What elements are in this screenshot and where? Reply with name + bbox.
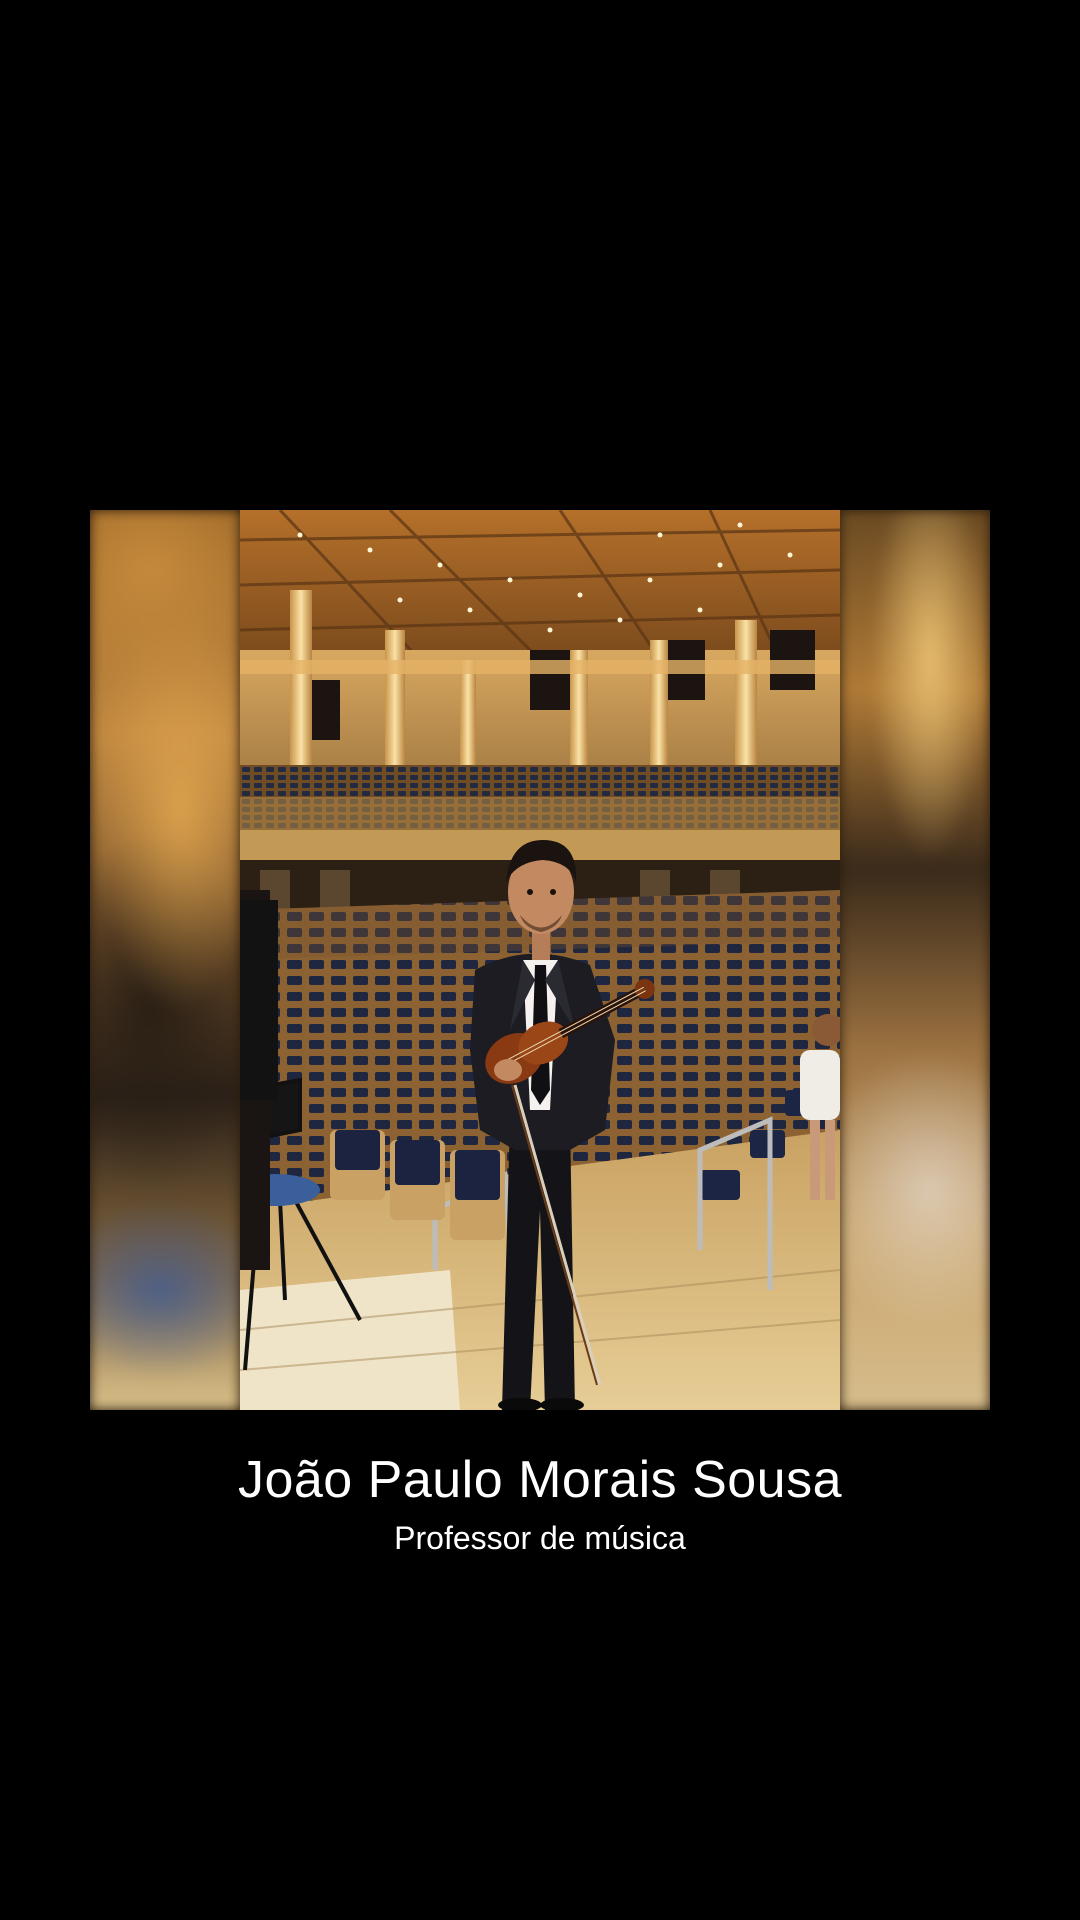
- profile-photo: [90, 510, 990, 1410]
- profile-name: João Paulo Morais Sousa: [237, 1451, 843, 1509]
- photo-blur-left: [90, 510, 240, 1410]
- photo-blur-right: [840, 510, 990, 1410]
- profile-role: Professor de música: [394, 1520, 686, 1556]
- concert-hall-photo: [240, 510, 840, 1410]
